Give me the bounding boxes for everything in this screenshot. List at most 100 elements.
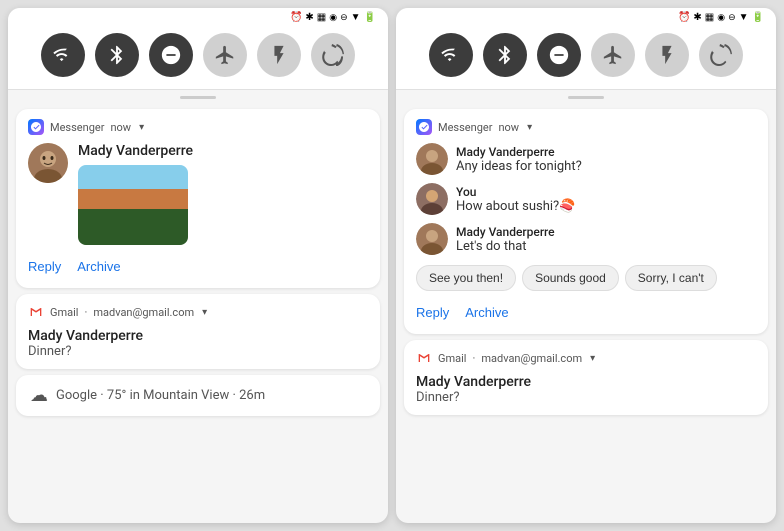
dnd-toggle-right[interactable] xyxy=(537,33,581,77)
conv-sender-2: Mady Vanderperre xyxy=(456,225,555,239)
airplane-toggle-left[interactable] xyxy=(203,33,247,77)
gmail-email-left: · xyxy=(84,306,87,319)
gmail-app-icon-left xyxy=(28,304,44,320)
airplane-toggle-right[interactable] xyxy=(591,33,635,77)
google-widget-text-left: Google · 75° in Mountain View · 26m xyxy=(56,388,265,403)
avatar-mady-left xyxy=(28,143,68,183)
dnd-icon-right: ⊖ xyxy=(728,13,736,23)
messenger-body-left: Mady Vanderperre xyxy=(78,143,193,245)
reply-button-left[interactable]: Reply xyxy=(28,255,61,278)
conversation-right: Mady Vanderperre Any ideas for tonight? xyxy=(416,143,756,255)
gmail-app-icon-right xyxy=(416,350,432,366)
conv-row-1: You How about sushi?🍣 xyxy=(416,183,756,215)
wifi-toggle-left[interactable] xyxy=(41,33,85,77)
gmail-app-name-right: Gmail xyxy=(438,352,466,365)
gmail-notif-left: Gmail · madvan@gmail.com ▾ Mady Vanderpe… xyxy=(16,294,380,369)
sender-name-left: Mady Vanderperre xyxy=(78,143,193,159)
bluetooth-icon-right: ✱ xyxy=(693,12,701,23)
drag-handle-right[interactable] xyxy=(568,96,604,99)
cloud-icon-left: ☁ xyxy=(30,385,48,406)
archive-button-right[interactable]: Archive xyxy=(465,301,508,324)
quick-settings-right xyxy=(396,25,776,90)
notif-photo-left xyxy=(78,165,188,245)
gmail-body-left: Mady Vanderperre Dinner? xyxy=(28,328,368,359)
left-phone-panel: ⏰ ✱ ▦ ◉ ⊖ ▼ 🔋 xyxy=(8,8,388,523)
chevron-down-icon-right[interactable]: ▾ xyxy=(527,122,532,133)
google-widget-left: ☁ Google · 75° in Mountain View · 26m xyxy=(16,375,380,416)
gmail-header-right: Gmail · madvan@gmail.com ▾ xyxy=(416,350,756,366)
chevron-down-icon-gmail-right[interactable]: ▾ xyxy=(590,353,595,364)
wifi-status-left: ▼ xyxy=(351,12,361,23)
alarm-icon: ⏰ xyxy=(290,12,302,23)
notif-time-left: now xyxy=(110,121,131,134)
avatar-mady-r3 xyxy=(416,223,448,255)
status-bar-left: ⏰ ✱ ▦ ◉ ⊖ ▼ 🔋 xyxy=(8,8,388,25)
notifications-area-left: Messenger now ▾ Mad xyxy=(8,103,388,523)
gmail-header-left: Gmail · madvan@gmail.com ▾ xyxy=(28,304,368,320)
notifications-area-right: Messenger now ▾ Mady Vanderp xyxy=(396,103,776,523)
conv-text-0: Mady Vanderperre Any ideas for tonight? xyxy=(456,145,582,174)
gmail-sender-right: Mady Vanderperre xyxy=(416,374,756,390)
archive-button-left[interactable]: Archive xyxy=(77,255,120,278)
notif-header-left: Messenger now ▾ xyxy=(28,119,368,135)
quick-reply-2[interactable]: Sorry, I can't xyxy=(625,265,717,291)
flashlight-toggle-right[interactable] xyxy=(645,33,689,77)
rotate-toggle-right[interactable] xyxy=(699,33,743,77)
quick-reply-1[interactable]: Sounds good xyxy=(522,265,619,291)
gmail-email-addr-left: madvan@gmail.com xyxy=(93,306,194,319)
bluetooth-toggle-right[interactable] xyxy=(483,33,527,77)
gmail-body-right: Mady Vanderperre Dinner? xyxy=(416,374,756,405)
signal-icon-left: ◉ xyxy=(329,13,337,23)
bluetooth-toggle-left[interactable] xyxy=(95,33,139,77)
conv-row-0: Mady Vanderperre Any ideas for tonight? xyxy=(416,143,756,175)
notif-time-right: now xyxy=(498,121,519,134)
notif-actions-left: Reply Archive xyxy=(28,255,368,278)
alarm-icon-right: ⏰ xyxy=(678,12,690,23)
avatar-mady-r1 xyxy=(416,143,448,175)
network-icon-right: ▦ xyxy=(705,12,714,23)
wifi-toggle-right[interactable] xyxy=(429,33,473,77)
gmail-email-addr-right: madvan@gmail.com xyxy=(481,352,582,365)
rotate-toggle-left[interactable] xyxy=(311,33,355,77)
dnd-icon-left: ⊖ xyxy=(340,13,348,23)
quick-settings-left xyxy=(8,25,388,90)
notif-header-right: Messenger now ▾ xyxy=(416,119,756,135)
status-bar-right: ⏰ ✱ ▦ ◉ ⊖ ▼ 🔋 xyxy=(396,8,776,25)
conv-msg-2: Let's do that xyxy=(456,239,555,254)
conv-text-1: You How about sushi?🍣 xyxy=(456,185,575,214)
reply-button-right[interactable]: Reply xyxy=(416,301,449,324)
chevron-down-icon-left[interactable]: ▾ xyxy=(139,122,144,133)
conv-sender-0: Mady Vanderperre xyxy=(456,145,582,159)
battery-icon-right: 🔋 xyxy=(752,12,764,23)
conv-sender-1: You xyxy=(456,185,575,199)
gmail-app-name-left: Gmail xyxy=(50,306,78,319)
notif-actions-right: Reply Archive xyxy=(416,301,756,324)
gmail-notif-right: Gmail · madvan@gmail.com ▾ Mady Vanderpe… xyxy=(404,340,768,415)
drag-handle-left[interactable] xyxy=(180,96,216,99)
dnd-toggle-left[interactable] xyxy=(149,33,193,77)
messenger-content-left: Mady Vanderperre xyxy=(28,143,368,245)
messenger-app-icon-left xyxy=(28,119,44,135)
gmail-dot-right: · xyxy=(472,352,475,365)
messenger-app-name-left: Messenger xyxy=(50,121,104,134)
conv-text-2: Mady Vanderperre Let's do that xyxy=(456,225,555,254)
network-icon-left: ▦ xyxy=(317,12,326,23)
messenger-app-icon-right xyxy=(416,119,432,135)
avatar-you xyxy=(416,183,448,215)
conv-msg-0: Any ideas for tonight? xyxy=(456,159,582,174)
signal-icon-right: ◉ xyxy=(717,13,725,23)
chevron-down-icon-gmail-left[interactable]: ▾ xyxy=(202,307,207,318)
messenger-notif-left: Messenger now ▾ Mad xyxy=(16,109,380,288)
messenger-notif-right: Messenger now ▾ Mady Vanderp xyxy=(404,109,768,334)
gmail-subject-right: Dinner? xyxy=(416,390,756,405)
gmail-subject-left: Dinner? xyxy=(28,344,368,359)
flashlight-toggle-left[interactable] xyxy=(257,33,301,77)
wifi-status-right: ▼ xyxy=(739,12,749,23)
gmail-sender-left: Mady Vanderperre xyxy=(28,328,368,344)
conv-row-2: Mady Vanderperre Let's do that xyxy=(416,223,756,255)
quick-replies-right: See you then! Sounds good Sorry, I can't xyxy=(416,265,756,291)
quick-reply-0[interactable]: See you then! xyxy=(416,265,516,291)
conv-msg-1: How about sushi?🍣 xyxy=(456,199,575,214)
bluetooth-icon-left: ✱ xyxy=(305,12,313,23)
right-phone-panel: ⏰ ✱ ▦ ◉ ⊖ ▼ 🔋 xyxy=(396,8,776,523)
